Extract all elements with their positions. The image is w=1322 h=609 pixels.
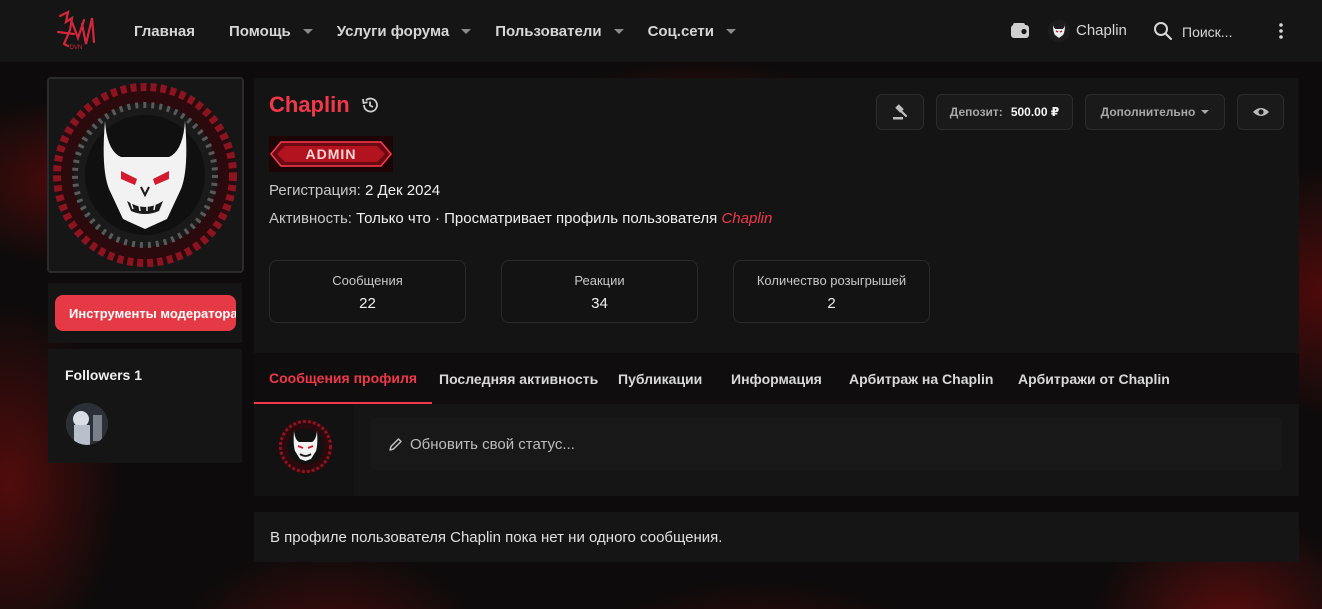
tab-arbitration-on[interactable]: Арбитраж на Chaplin <box>834 353 1008 404</box>
more-actions-button[interactable]: Дополнительно <box>1085 94 1225 130</box>
followers-block: Followers 1 <box>48 349 242 463</box>
search-icon[interactable] <box>1153 21 1173 41</box>
chevron-down-icon <box>726 28 737 34</box>
watch-button[interactable] <box>1237 94 1284 130</box>
status-update-block: Обновить свой статус... <box>254 404 1299 496</box>
stat-giveaways[interactable]: Количество розыгрышей 2 <box>733 260 930 323</box>
nav-item-label: Пользователи <box>495 22 602 40</box>
tab-profile-posts[interactable]: Сообщения профиля <box>254 353 433 404</box>
stat-value: 2 <box>827 295 836 312</box>
profile-header: Chaplin ADMIN Регистрация: 2 Дек 2024 Ак… <box>254 78 1299 353</box>
user-avatar-icon[interactable] <box>1048 20 1070 42</box>
chevron-down-icon <box>1201 110 1210 114</box>
nav-item-label: Соц.сети <box>647 22 715 40</box>
badge-text: ADMIN <box>306 146 357 162</box>
forum-logo-icon[interactable]: DVN <box>54 8 98 52</box>
tab-arbitration-from[interactable]: Арбитражи от Chaplin <box>1003 353 1185 404</box>
stat-reactions[interactable]: Реакции 34 <box>501 260 698 323</box>
admin-badge: ADMIN <box>269 136 393 172</box>
search-button[interactable]: Поиск... <box>1182 24 1232 40</box>
arbitration-button[interactable] <box>876 94 924 130</box>
followers-title: Followers 1 <box>65 367 143 383</box>
main-menu: Главная Помощь Услуги форума Пользовател… <box>134 0 760 62</box>
history-icon[interactable] <box>361 96 379 114</box>
tab-postings[interactable]: Публикации <box>603 353 717 404</box>
nav-username[interactable]: Chaplin <box>1076 22 1127 39</box>
nav-item-forum-services[interactable]: Услуги форума <box>337 23 479 40</box>
activity-info: Активность: Только что · Просматривает п… <box>269 210 772 227</box>
deposit-value: 500.00 ₽ <box>1010 105 1060 119</box>
status-avatar-column <box>254 404 354 496</box>
chevron-down-icon <box>461 28 472 34</box>
nav-item-users[interactable]: Пользователи <box>495 23 631 40</box>
stat-label: Количество розыгрышей <box>756 273 907 288</box>
nav-item-label: Услуги форума <box>336 22 450 40</box>
pencil-icon <box>389 437 402 451</box>
stat-label: Сообщения <box>332 273 403 288</box>
profile-username: Chaplin <box>269 92 350 117</box>
more-actions-label: Дополнительно <box>1100 105 1196 119</box>
demon-avatar-icon <box>49 79 242 271</box>
nav-item-help[interactable]: Помощь <box>229 23 321 40</box>
status-placeholder: Обновить свой статус... <box>410 435 575 453</box>
stat-value: 22 <box>359 295 376 312</box>
deposit-button[interactable]: Депозит: 500.00 ₽ <box>936 94 1073 130</box>
profile-tabs: Сообщения профиля Последняя активность П… <box>254 353 1299 404</box>
more-vertical-icon[interactable] <box>1276 22 1286 40</box>
activity-value: Только что · Просматривает профиль польз… <box>356 210 718 227</box>
stat-label: Реакции <box>574 273 625 288</box>
registration-info: Регистрация: 2 Дек 2024 <box>269 182 440 199</box>
stat-messages[interactable]: Сообщения 22 <box>269 260 466 323</box>
eye-icon <box>1252 108 1269 116</box>
tab-about[interactable]: Информация <box>716 353 837 404</box>
nav-item-label: Помощь <box>229 22 291 40</box>
gavel-icon <box>893 104 908 120</box>
registration-label: Регистрация: <box>269 182 361 199</box>
follower-avatar[interactable] <box>66 403 108 445</box>
nav-item-social[interactable]: Соц.сети <box>648 23 744 40</box>
moderator-tools-button[interactable]: Инструменты модератора <box>55 295 236 331</box>
status-avatar[interactable] <box>278 419 333 474</box>
nav-item-label: Главная <box>134 22 196 40</box>
status-input[interactable]: Обновить свой статус... <box>370 418 1282 470</box>
top-navbar: DVN Главная Помощь Услуги форума Пользов… <box>0 0 1322 62</box>
profile-avatar[interactable] <box>47 77 244 273</box>
empty-posts-message: В профиле пользователя Chaplin пока нет … <box>254 512 1299 562</box>
demon-avatar-small-icon <box>278 419 333 474</box>
chevron-down-icon <box>613 28 624 34</box>
activity-label: Активность: <box>269 210 352 227</box>
registration-date: 2 Дек 2024 <box>365 182 441 199</box>
logo-text: DVN <box>70 45 83 51</box>
tab-latest-activity[interactable]: Последняя активность <box>424 353 613 404</box>
deposit-label: Депозит: <box>949 105 1003 119</box>
activity-profile-link[interactable]: Chaplin <box>721 210 772 227</box>
stat-value: 34 <box>591 295 608 312</box>
chevron-down-icon <box>302 28 313 34</box>
nav-item-home[interactable]: Главная <box>134 23 213 40</box>
wallet-icon[interactable] <box>1010 22 1030 39</box>
follower-avatar-icon <box>66 403 108 445</box>
